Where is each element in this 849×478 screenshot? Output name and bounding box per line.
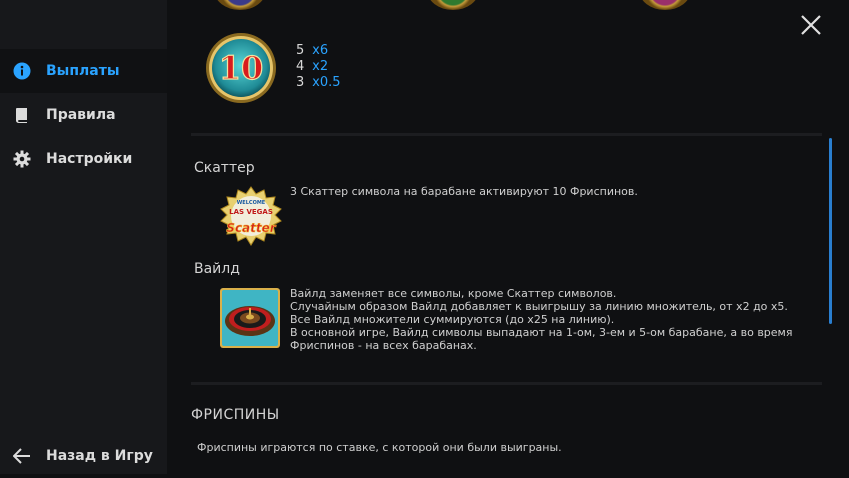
wild-description-line: Вайлд заменяет все символы, кроме Скатте…: [290, 287, 617, 300]
back-to-game-button[interactable]: Назад в Игру: [0, 434, 167, 478]
wild-description-line: Все Вайлд множители суммируются (до x25 …: [290, 313, 615, 326]
wild-roulette-icon: [220, 288, 280, 348]
wild-description-line: Фриспинов - на всех барабанах.: [290, 339, 477, 352]
scatter-title: Скаттер: [194, 160, 255, 176]
sidebar: Выплаты Правила Настройки Назад в Игру: [0, 0, 167, 474]
paytable-row: 5 x6: [296, 43, 329, 58]
scatter-description: 3 Скаттер символа на барабане активируют…: [290, 185, 638, 198]
back-to-game-label: Назад в Игру: [46, 448, 153, 464]
wild-description: Вайлд заменяет все символы, кроме Скатте…: [290, 287, 792, 352]
freespins-title: ФРИСПИНЫ: [191, 407, 280, 423]
symbol-partial: [214, 0, 266, 10]
paytable: 5 x6 4 x2 3 x0.5: [296, 43, 341, 91]
close-icon[interactable]: [799, 13, 823, 37]
payouts-panel: 10 5 x6 4 x2 3 x0.5 Скаттер WELCOME LAS …: [167, 0, 849, 474]
sidebar-item-label: Правила: [46, 107, 116, 123]
sidebar-item-label: Выплаты: [46, 63, 120, 79]
symbol-partial: [427, 0, 479, 10]
arrow-left-icon: [12, 446, 32, 466]
book-icon: [12, 105, 32, 125]
svg-text:Scatter: Scatter: [226, 221, 276, 235]
sidebar-item-payouts[interactable]: Выплаты: [0, 49, 167, 93]
sidebar-item-label: Настройки: [46, 151, 133, 167]
symbol-partial: [639, 0, 691, 10]
divider: [191, 133, 822, 136]
wild-description-line: Случайным образом Вайлд добавляет к выиг…: [290, 300, 788, 313]
divider: [191, 382, 822, 385]
paytable-row: 4 x2: [296, 59, 329, 74]
scatter-symbol-icon: WELCOME LAS VEGAS Scatter: [220, 186, 282, 246]
scrollbar[interactable]: [829, 138, 832, 324]
sidebar-item-settings[interactable]: Настройки: [0, 137, 167, 181]
freespins-description: Фриспины играются по ставке, с которой о…: [197, 441, 562, 454]
wild-title: Вайлд: [194, 261, 240, 277]
svg-text:LAS VEGAS: LAS VEGAS: [229, 208, 273, 216]
paytable-row: 3 x0.5: [296, 75, 341, 90]
info-icon: [12, 61, 32, 81]
wild-description-line: В основной игре, Вайлд символы выпадают …: [290, 326, 793, 339]
sidebar-item-rules[interactable]: Правила: [0, 93, 167, 137]
svg-text:WELCOME: WELCOME: [237, 200, 266, 206]
symbol-10-icon: 10: [206, 33, 276, 103]
gear-icon: [12, 149, 32, 169]
symbol-10-label: 10: [219, 49, 264, 87]
